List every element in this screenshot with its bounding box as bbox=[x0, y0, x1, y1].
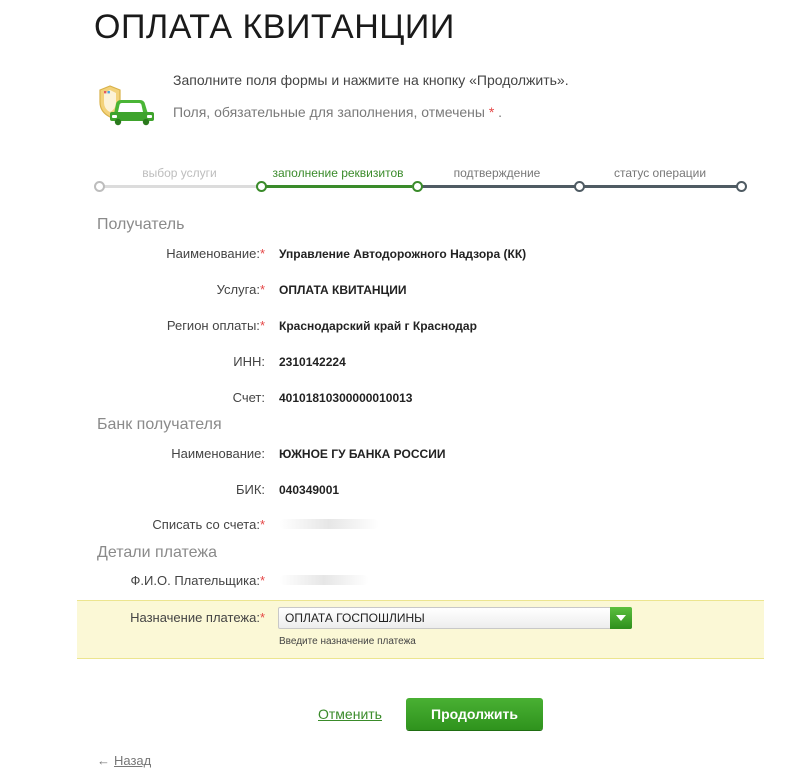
page-title: ОПЛАТА КВИТАНЦИИ bbox=[94, 8, 455, 46]
bank-name-value: ЮЖНОЕ ГУ БАНКА РОССИИ bbox=[279, 447, 446, 461]
account-value: 40101810300000010013 bbox=[279, 391, 413, 405]
region-value: Краснодарский край г Краснодар bbox=[279, 319, 477, 333]
purpose-label-text: Назначение платежа: bbox=[130, 610, 260, 625]
required-asterisk: * bbox=[259, 246, 265, 261]
required-asterisk: * bbox=[259, 610, 265, 625]
bank-name-label: Наименование: bbox=[171, 446, 265, 461]
recipient-heading: Получатель bbox=[97, 216, 185, 233]
inn-value: 2310142224 bbox=[279, 355, 346, 369]
required-fields-note: Поля, обязательные для заполнения, отмеч… bbox=[173, 104, 502, 120]
required-note-end: . bbox=[498, 104, 503, 120]
back-link-label: Назад bbox=[114, 753, 152, 768]
region-label: Регион оплаты:* bbox=[167, 318, 265, 333]
payment-details-heading: Детали платежа bbox=[97, 544, 217, 561]
service-label: Услуга:* bbox=[217, 282, 265, 297]
payer-name-field-masked[interactable] bbox=[279, 575, 369, 585]
payer-name-label: Ф.И.О. Плательщика:* bbox=[131, 573, 265, 588]
required-note-text: Поля, обязательные для заполнения, отмеч… bbox=[173, 104, 485, 120]
purpose-label: Назначение платежа:* bbox=[130, 610, 265, 625]
payment-purpose-select[interactable]: ОПЛАТА ГОСПОШЛИНЫ bbox=[278, 607, 632, 629]
service-value: ОПЛАТА КВИТАНЦИИ bbox=[279, 283, 407, 297]
back-link[interactable]: ← Назад bbox=[97, 753, 151, 768]
step-line-active bbox=[263, 185, 412, 188]
step-dot-2 bbox=[256, 181, 267, 192]
traffic-police-car-icon bbox=[99, 85, 154, 126]
recipient-name-label: Наименование:* bbox=[166, 246, 265, 261]
step-dot-4 bbox=[574, 181, 585, 192]
payer-name-label-text: Ф.И.О. Плательщика: bbox=[130, 573, 260, 588]
required-asterisk: * bbox=[259, 318, 265, 333]
required-asterisk: * bbox=[488, 104, 495, 120]
purpose-hint: Введите назначение платежа bbox=[279, 636, 416, 647]
recipient-name-label-text: Наименование: bbox=[166, 246, 260, 261]
debit-account-label: Списать со счета:* bbox=[152, 517, 265, 532]
bik-label: БИК: bbox=[235, 482, 265, 497]
debit-account-select-masked[interactable] bbox=[279, 519, 379, 529]
step-dot-1 bbox=[94, 181, 105, 192]
step-dot-3 bbox=[412, 181, 423, 192]
bik-value: 040349001 bbox=[279, 483, 340, 497]
step-line-done bbox=[100, 185, 259, 188]
bank-heading: Банк получателя bbox=[97, 416, 222, 433]
step-fill-details: заполнение реквизитов bbox=[272, 166, 404, 180]
step-confirmation: подтверждение bbox=[453, 166, 541, 180]
progress-steps: выбор услуги заполнение реквизитов подтв… bbox=[94, 166, 747, 196]
region-label-text: Регион оплаты: bbox=[166, 318, 260, 333]
service-label-text: Услуга: bbox=[216, 282, 260, 297]
instruction-text: Заполните поля формы и нажмите на кнопку… bbox=[173, 72, 569, 88]
step-operation-status: статус операции bbox=[613, 166, 707, 180]
account-label: Счет: bbox=[232, 390, 265, 405]
cancel-link[interactable]: Отменить bbox=[318, 706, 382, 722]
step-dot-5 bbox=[736, 181, 747, 192]
debit-account-label-text: Списать со счета: bbox=[152, 517, 260, 532]
inn-label: ИНН: bbox=[233, 354, 265, 369]
chevron-down-icon[interactable] bbox=[610, 607, 632, 629]
required-asterisk: * bbox=[259, 573, 265, 588]
required-asterisk: * bbox=[259, 282, 265, 297]
payment-purpose-value: ОПЛАТА ГОСПОШЛИНЫ bbox=[285, 611, 425, 625]
required-asterisk: * bbox=[259, 517, 265, 532]
step-line-pending-2 bbox=[581, 185, 739, 188]
arrow-left-icon: ← bbox=[97, 753, 110, 768]
recipient-name-value: Управление Автодорожного Надзора (КК) bbox=[279, 247, 527, 261]
continue-button[interactable]: Продолжить bbox=[406, 698, 543, 730]
step-select-service: выбор услуги bbox=[142, 166, 217, 180]
step-line-pending-1 bbox=[419, 185, 575, 188]
